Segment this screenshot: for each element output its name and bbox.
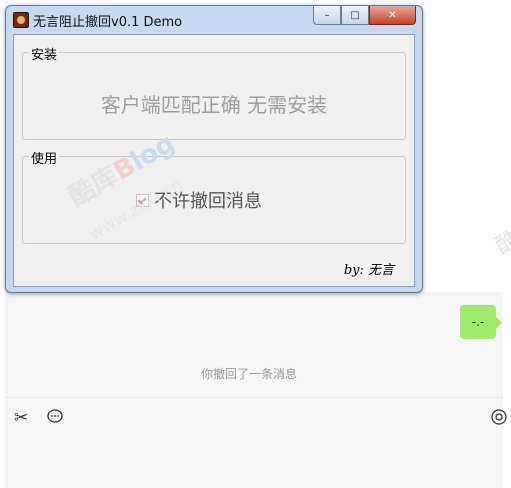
chat-input-area[interactable] — [5, 398, 503, 488]
minimize-button[interactable]: – — [313, 6, 341, 25]
chat-bubble-icon[interactable] — [46, 408, 64, 431]
message-text: -.- — [471, 315, 485, 329]
app-icon — [13, 12, 29, 28]
app-window: 无言阻止撤回v0.1 Demo – □ ✕ 安装 客户端匹配正确 无需安装 使用… — [5, 5, 423, 293]
install-groupbox: 安装 客户端匹配正确 无需安装 — [22, 44, 406, 140]
author-credit: by: 无言 — [343, 263, 394, 278]
title-bar[interactable]: 无言阻止撤回v0.1 Demo – □ ✕ — [6, 6, 422, 32]
install-legend: 安装 — [29, 44, 60, 63]
window-client-area: 安装 客户端匹配正确 无需安装 使用 不许撤回消息 by: 无言 — [13, 34, 415, 287]
maximize-button[interactable]: □ — [341, 6, 369, 25]
scissors-icon[interactable]: ✂ — [14, 408, 28, 428]
close-button[interactable]: ✕ — [369, 6, 416, 25]
more-icon[interactable] — [490, 408, 508, 431]
window-title: 无言阻止撤回v0.1 Demo — [33, 15, 183, 30]
use-legend: 使用 — [29, 148, 60, 167]
install-status-message: 客户端匹配正确 无需安装 — [100, 93, 328, 117]
window-controls: – □ ✕ — [313, 6, 416, 25]
watermark-fragment: 酷 — [491, 226, 511, 260]
sent-message-bubble[interactable]: -.- — [460, 305, 502, 339]
recall-notice: 你撤回了一条消息 — [200, 367, 297, 381]
